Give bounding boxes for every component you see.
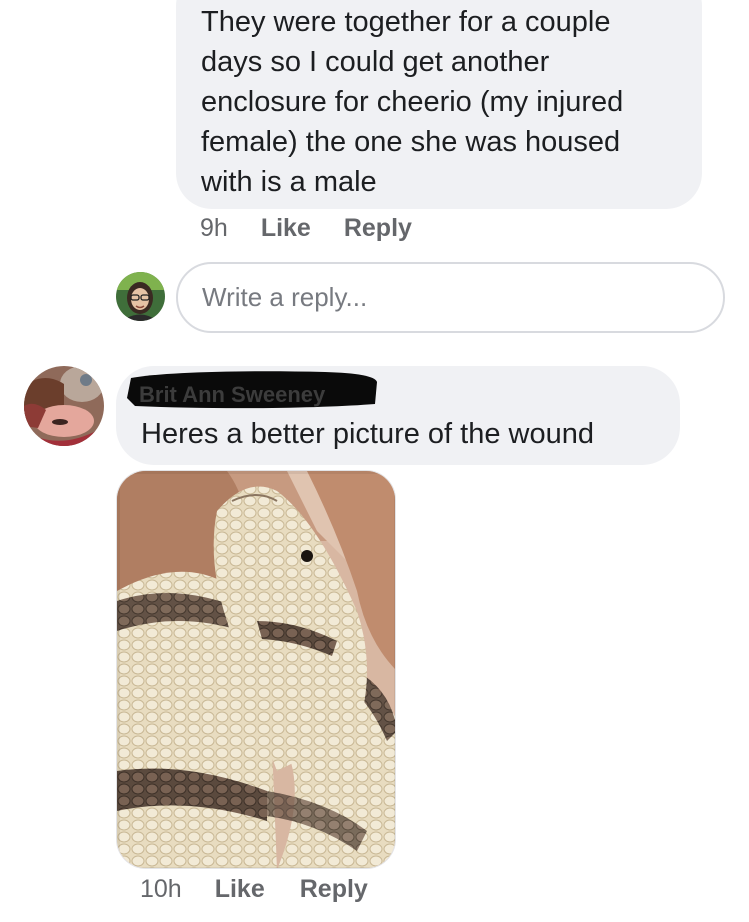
comment-bubble: Brit Ann Sweeney Heres a better picture … xyxy=(116,366,680,465)
comment-text: They were together for a couple days so … xyxy=(201,6,624,198)
commenter-avatar[interactable] xyxy=(24,366,104,446)
current-user-avatar[interactable] xyxy=(116,272,165,321)
comment-timestamp[interactable]: 10h xyxy=(140,875,182,904)
like-button[interactable]: Like xyxy=(215,875,265,904)
reply-button[interactable]: Reply xyxy=(344,214,412,243)
reply-button[interactable]: Reply xyxy=(300,875,368,904)
comment-actions: 10h Like Reply xyxy=(140,875,368,904)
comment-bubble: They were together for a couple days so … xyxy=(176,0,702,209)
comment-photo[interactable] xyxy=(116,470,396,869)
comment-thread: They were together for a couple days so … xyxy=(0,0,749,922)
comment-author-name[interactable]: Brit Ann Sweeney xyxy=(139,382,325,408)
like-button[interactable]: Like xyxy=(261,214,311,243)
reply-input[interactable] xyxy=(176,262,725,333)
comment-actions: 9h Like Reply xyxy=(200,214,412,243)
comment-timestamp[interactable]: 9h xyxy=(200,214,228,243)
author-wrap: Brit Ann Sweeney xyxy=(125,366,381,410)
comment-text: Heres a better picture of the wound xyxy=(141,418,594,450)
